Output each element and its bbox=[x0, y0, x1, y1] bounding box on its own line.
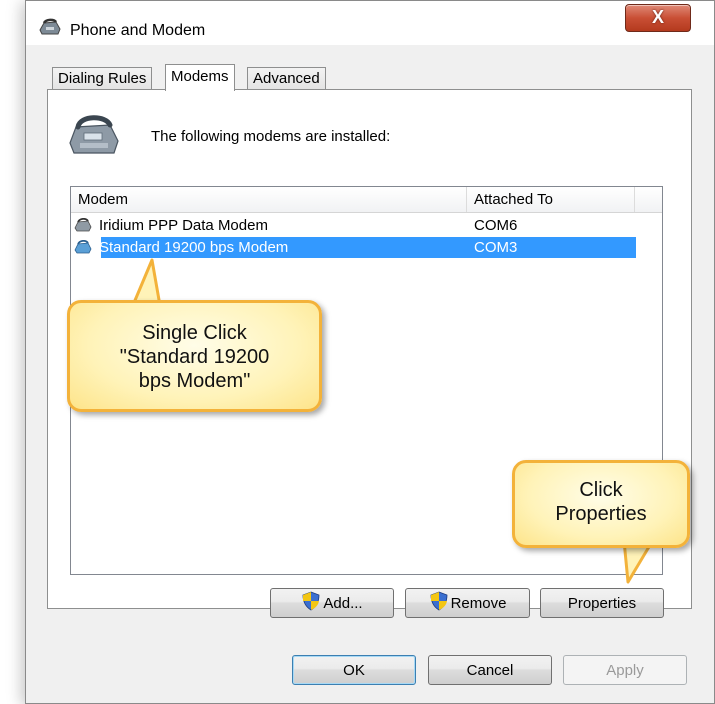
remove-button-label: Remove bbox=[450, 594, 507, 612]
add-button-label: Add... bbox=[323, 594, 363, 612]
modem-port: COM6 bbox=[474, 217, 518, 234]
add-button[interactable]: Add... bbox=[270, 588, 394, 618]
list-header: Modem Attached To bbox=[71, 187, 662, 213]
callout-text: Single Click bbox=[142, 322, 247, 344]
modem-icon bbox=[74, 217, 92, 237]
callout-text: Properties bbox=[555, 503, 647, 525]
tab-dialing-rules[interactable]: Dialing Rules bbox=[52, 67, 153, 90]
tab-advanced[interactable]: Advanced bbox=[247, 67, 326, 90]
properties-callout: Click Properties bbox=[512, 460, 690, 548]
properties-button[interactable]: Properties bbox=[540, 588, 664, 618]
column-divider[interactable] bbox=[634, 187, 635, 212]
close-button[interactable]: X bbox=[625, 4, 691, 32]
phone-modem-icon bbox=[38, 18, 62, 40]
callout-text: "Standard 19200 bbox=[119, 346, 270, 368]
modem-icon bbox=[66, 113, 122, 161]
callout-text: Click bbox=[579, 479, 623, 501]
title-bar: Phone and Modem X bbox=[26, 1, 714, 45]
uac-shield-icon bbox=[429, 591, 449, 615]
modem-name: Iridium PPP Data Modem bbox=[99, 217, 268, 234]
column-header-modem[interactable]: Modem bbox=[78, 191, 128, 208]
uac-shield-icon bbox=[301, 591, 321, 615]
close-icon: X bbox=[651, 7, 664, 27]
remove-button[interactable]: Remove bbox=[405, 588, 530, 618]
window-title: Phone and Modem bbox=[70, 22, 206, 39]
ok-button[interactable]: OK bbox=[292, 655, 416, 685]
column-header-attached-to[interactable]: Attached To bbox=[474, 191, 553, 208]
list-item[interactable]: Iridium PPP Data Modem COM6 bbox=[71, 215, 636, 236]
callout-text: bps Modem" bbox=[138, 370, 251, 392]
modem-icon bbox=[74, 239, 92, 259]
modem-port: COM3 bbox=[474, 239, 518, 256]
cancel-button[interactable]: Cancel bbox=[428, 655, 552, 685]
tab-modems[interactable]: Modems bbox=[165, 64, 235, 91]
intro-text: The following modems are installed: bbox=[151, 128, 391, 145]
column-divider[interactable] bbox=[466, 187, 467, 212]
modem-name: Standard 19200 bps Modem bbox=[99, 239, 289, 256]
apply-button[interactable]: Apply bbox=[563, 655, 687, 685]
select-modem-callout: Single Click "Standard 19200 bps Modem" bbox=[67, 300, 322, 412]
